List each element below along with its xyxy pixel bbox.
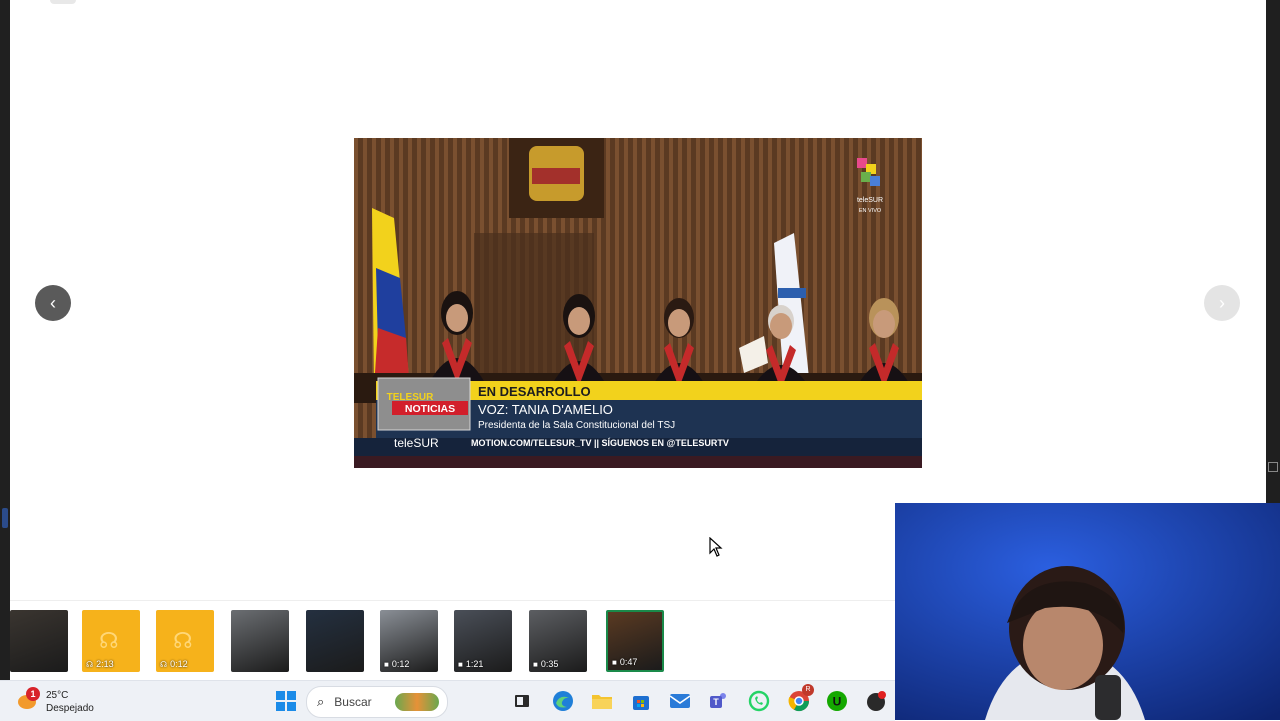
- weather-sun-icon: 1: [18, 687, 40, 713]
- next-button[interactable]: ›: [1204, 285, 1240, 321]
- lower-third: TELESUR NOTICIAS EN DESARROLLO VOZ: TANI…: [354, 377, 922, 468]
- audio-icon: ☊: [86, 659, 94, 669]
- headline-text: EN DESARROLLO: [478, 384, 591, 399]
- chevron-right-icon: ›: [1219, 292, 1225, 313]
- chrome-app[interactable]: R: [785, 684, 814, 715]
- store-bag-icon: [633, 696, 649, 710]
- store-app[interactable]: [627, 687, 655, 715]
- upwork-app[interactable]: U: [823, 687, 851, 715]
- thumbnail-duration: 1:21: [465, 659, 484, 669]
- left-window-edge: [0, 0, 10, 680]
- subtitle-name: VOZ: TANIA D'AMELIO: [478, 402, 613, 417]
- edge-browser-icon: [553, 691, 573, 711]
- thumbnail-duration: 2:13: [96, 659, 114, 669]
- left-edge-indicator: [2, 508, 8, 528]
- svg-text:U: U: [833, 695, 842, 709]
- app-icon: [867, 691, 886, 711]
- chrome-profile-badge: R: [802, 684, 814, 696]
- search-highlight-icon: [395, 693, 439, 711]
- thumbnail-item[interactable]: ■ 0:47: [606, 610, 664, 672]
- chevron-left-icon: ‹: [50, 292, 56, 313]
- start-button[interactable]: [272, 687, 300, 715]
- whatsapp-icon: [748, 690, 770, 712]
- brand-footer: teleSUR: [394, 436, 439, 450]
- folder-icon: [592, 695, 612, 709]
- thumbnail-item[interactable]: [10, 610, 68, 672]
- channel-logo-text: teleSUR: [857, 197, 883, 204]
- right-edge-icon: [1268, 462, 1278, 472]
- thumbnail-duration: 0:12: [391, 659, 410, 669]
- right-window-edge: [1266, 0, 1280, 503]
- file-explorer-app[interactable]: [588, 687, 616, 715]
- upwork-icon: U: [827, 691, 847, 711]
- thumbnail-duration: 0:47: [619, 657, 638, 667]
- edge-app[interactable]: [549, 687, 577, 715]
- thumbnail-item[interactable]: ■ 1:21: [454, 610, 512, 672]
- video-camera-icon: ■: [612, 657, 617, 667]
- video-camera-icon: ■: [458, 659, 463, 669]
- audio-icon: ☊: [160, 659, 168, 669]
- search-icon: ⌕: [317, 694, 325, 709]
- windows-taskbar: 1 25°C Despejado ⌕ Buscar T R U: [0, 680, 895, 721]
- task-view-icon: [515, 695, 529, 707]
- windows-logo-icon: [276, 691, 296, 711]
- video-camera-icon: ■: [533, 659, 538, 669]
- thumbnail-duration: 0:35: [540, 659, 559, 669]
- thumbnail-item[interactable]: ☊ ☊ 2:13: [82, 610, 140, 672]
- thumbnail-item[interactable]: ■ 0:12: [380, 610, 438, 672]
- media-frame[interactable]: teleSUR EN VIVO TELESUR NOTICIAS EN DESA…: [354, 138, 922, 468]
- extra-app[interactable]: [862, 687, 890, 715]
- webcam-feed-image: [895, 503, 1280, 720]
- webcam-overlay: [895, 503, 1280, 720]
- taskbar-search[interactable]: ⌕ Buscar: [306, 686, 448, 718]
- headphones-icon: ☊: [173, 628, 193, 653]
- video-camera-icon: ■: [384, 659, 389, 669]
- weather-description: Despejado: [46, 703, 94, 714]
- brand-box-bottom: NOTICIAS: [405, 403, 455, 415]
- teams-app[interactable]: T: [705, 687, 733, 715]
- outlook-app[interactable]: [666, 687, 694, 715]
- news-ticker: MOTION.COM/TELESUR_TV || SÍGUENOS EN @TE…: [471, 438, 729, 448]
- svg-text:T: T: [713, 697, 719, 707]
- previous-button[interactable]: ‹: [35, 285, 71, 321]
- mail-icon: [669, 694, 691, 708]
- headphones-icon: ☊: [99, 628, 119, 653]
- subtitle-role: Presidenta de la Sala Constitucional del…: [478, 420, 675, 431]
- teams-icon: T: [710, 693, 726, 708]
- mouse-pointer-icon: [709, 537, 723, 557]
- weather-temperature: 25°C: [46, 690, 69, 701]
- top-avatar-stub: [50, 0, 76, 4]
- thumbnail-item[interactable]: ☊ ☊ 0:12: [156, 610, 214, 672]
- thumbnail-item[interactable]: [306, 610, 364, 672]
- thumbnail-item[interactable]: ■ 0:35: [529, 610, 587, 672]
- thumbnail-duration: 0:12: [170, 659, 188, 669]
- notification-badge: 1: [26, 687, 40, 701]
- weather-widget[interactable]: 1 25°C Despejado: [18, 685, 94, 715]
- news-video-frame: teleSUR EN VIVO TELESUR NOTICIAS EN DESA…: [354, 138, 922, 468]
- task-view-button[interactable]: [508, 687, 536, 715]
- thumbnail-strip: [10, 600, 895, 681]
- whatsapp-app[interactable]: [745, 687, 773, 715]
- search-placeholder: Buscar: [334, 695, 372, 709]
- live-badge: EN VIVO: [859, 208, 882, 214]
- thumbnail-item[interactable]: [231, 610, 289, 672]
